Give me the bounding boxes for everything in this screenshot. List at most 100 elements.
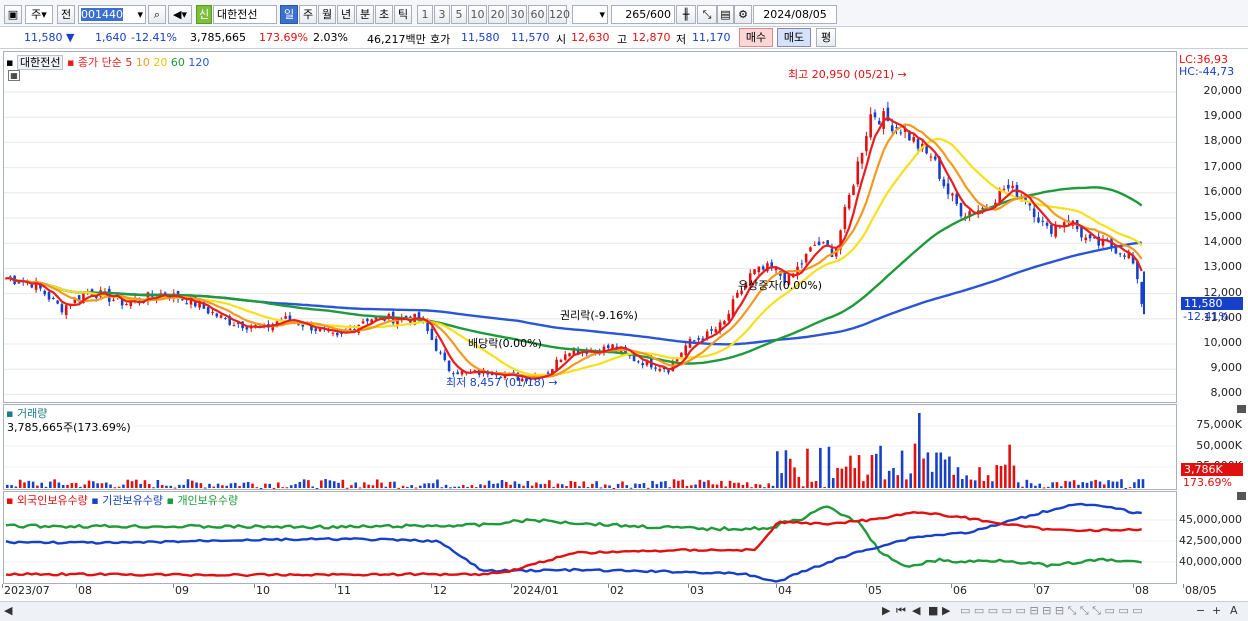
volume-chart-svg[interactable] [4, 405, 1176, 489]
interval-tab-5[interactable]: 5 [451, 5, 467, 24]
candle-body [1118, 253, 1122, 255]
period-tab-4[interactable]: 분 [356, 5, 374, 24]
candle-body [774, 268, 778, 271]
search-icon[interactable]: ⌕ [148, 5, 166, 24]
interval-tab-120[interactable]: 120 [548, 5, 570, 24]
candle-body [1037, 217, 1040, 223]
volume-bar [1034, 485, 1037, 488]
period-tab-1[interactable]: 주 [299, 5, 317, 24]
candle-body [869, 114, 872, 138]
volume-bar [212, 486, 216, 488]
candle-body [800, 263, 804, 265]
volume-bar [363, 482, 366, 488]
x-label: 2023/07 [4, 584, 50, 597]
volume-bar [1008, 444, 1011, 488]
interval-tab-60[interactable]: 60 [528, 5, 547, 24]
next-page-icon[interactable]: ▶ [942, 604, 950, 617]
interval-tab-20[interactable]: 20 [488, 5, 507, 24]
volume-bar [629, 487, 633, 489]
prev-page-icon[interactable]: ◀ [912, 604, 920, 617]
period-tab-6[interactable]: 틱 [394, 5, 412, 24]
save-icon[interactable]: ▤ [717, 5, 734, 24]
period-tab-3[interactable]: 년 [337, 5, 355, 24]
eval-button[interactable]: 평 [816, 28, 836, 47]
interval-tab-10[interactable]: 10 [468, 5, 487, 24]
zoom-in-icon[interactable]: + [1212, 604, 1221, 617]
candle-body [981, 207, 984, 209]
candle-body [804, 253, 808, 263]
candle-body [877, 120, 881, 125]
gear-icon[interactable]: ⚙ [734, 5, 752, 24]
layout-icons[interactable]: ▭ ▭ ▭ ▭ ▭ ⊟ ⊟ ⊟ ⤡ ⤡ ⤡ ▭ ▭ ▭ [960, 604, 1143, 618]
vol-ytick: 50,000K [1196, 439, 1242, 452]
stop-icon[interactable]: ■ [928, 604, 938, 617]
volume-bar [1016, 482, 1020, 488]
candle-icon[interactable]: ╫ [676, 5, 696, 24]
font-size-icon[interactable]: A [1230, 604, 1238, 617]
scroll-left-icon[interactable]: ◀ [4, 604, 12, 617]
scroll-bar[interactable]: ◀ ▶ ⏮ ◀ ■ ▶ ▭ ▭ ▭ ▭ ▭ ⊟ ⊟ ⊟ ⤡ ⤡ ⤡ ▭ ▭ ▭ … [0, 601, 1248, 621]
buy-button[interactable]: 매수 [739, 28, 773, 47]
volume-bar [612, 487, 616, 489]
volume-bar [298, 481, 302, 488]
period-tab-0[interactable]: 일 [280, 5, 298, 24]
candle-body [43, 290, 47, 295]
close-icon[interactable] [1237, 492, 1246, 500]
market-select[interactable]: 주▾ [25, 5, 53, 24]
price-chart-pane[interactable]: ▪ 대한전선 ▪ 종가 단순 5 10 20 60 120 ▦ 최고 20,95… [3, 51, 1177, 403]
zoom-out-icon[interactable]: − [1196, 604, 1205, 617]
volume-bar [87, 480, 91, 488]
volume-pane[interactable]: ▪ 거래량 3,785,665주(173.69%) [3, 404, 1177, 490]
candle-body [723, 321, 726, 325]
period-tab-5[interactable]: 초 [375, 5, 393, 24]
high-value: 12,870 [632, 31, 671, 44]
price-ytick: 8,000 [1210, 386, 1243, 400]
prev-button[interactable]: 전 [57, 5, 75, 24]
volume-bar [1090, 481, 1093, 488]
volume-bar [806, 448, 809, 488]
x-label: 02 [610, 584, 624, 597]
ask-value: 11,570 [511, 31, 550, 44]
volume-bar [143, 480, 147, 488]
interval-tab-3[interactable]: 3 [434, 5, 450, 24]
price-ytick: 14,000 [1203, 235, 1243, 249]
stock-code-input[interactable]: 001440 ▾ [78, 5, 146, 24]
sell-button[interactable]: 매도 [777, 28, 811, 47]
count-field[interactable]: 265/600 [611, 5, 675, 24]
candle-body [47, 291, 51, 300]
volume-bar [393, 481, 396, 488]
scroll-right-icon[interactable]: ▶ [882, 604, 890, 617]
interval-tab-30[interactable]: 30 [508, 5, 527, 24]
volume-bar [242, 482, 246, 488]
open-value: 12,630 [571, 31, 610, 44]
candle-body [563, 354, 567, 360]
volume-bar [1029, 483, 1033, 488]
volume-bar [44, 486, 48, 488]
current-volume-pct: 173.69% [1183, 476, 1232, 489]
volume-bar [444, 484, 448, 488]
speaker-icon[interactable]: ◀▾ [168, 5, 192, 24]
volume-bar [707, 480, 710, 488]
volume-bar [36, 485, 39, 488]
chart-menu-icon[interactable]: ▪ [6, 56, 13, 69]
candle-body [1088, 234, 1092, 239]
close-icon[interactable] [1237, 405, 1246, 413]
x-tick [688, 584, 689, 588]
volume-bar [720, 480, 723, 488]
interval-dropdown[interactable]: ▾ [572, 5, 608, 24]
volume-bar [655, 484, 659, 488]
date-field[interactable]: 2024/08/05 [753, 5, 837, 24]
volume-bar [870, 455, 874, 488]
volume-bar [285, 487, 289, 489]
grid-icon[interactable]: ▦ [8, 70, 20, 81]
volume-bar [522, 485, 525, 488]
candle-body [680, 352, 683, 357]
first-page-icon[interactable]: ⏮ [896, 604, 906, 618]
holding-pane[interactable]: ▪ 외국인보유수량 ▪ 기관보유수량 ▪ 개인보유수량 [3, 491, 1177, 584]
window-menu-icon[interactable]: ▣ [4, 5, 22, 24]
vol-ytick: 75,000K [1196, 418, 1242, 431]
tools-icon[interactable]: ⤡ [697, 5, 717, 24]
price-chart-svg[interactable] [4, 52, 1176, 402]
interval-tab-1[interactable]: 1 [417, 5, 433, 24]
period-tab-2[interactable]: 월 [318, 5, 336, 24]
